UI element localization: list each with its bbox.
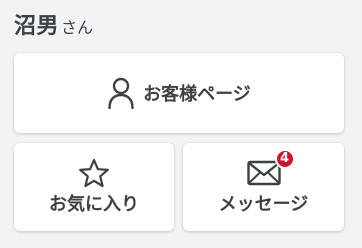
- user-name: 沼男: [14, 14, 60, 39]
- unread-messages-badge: 4: [274, 149, 295, 169]
- user-honorific: さん: [61, 18, 94, 37]
- favorites-button[interactable]: お気に入り: [14, 143, 174, 231]
- envelope-icon: 4: [246, 149, 295, 188]
- account-page-button[interactable]: お客様ページ: [14, 53, 344, 133]
- user-greeting: 沼男 さん: [14, 8, 93, 40]
- messages-label: メッセージ: [218, 194, 309, 215]
- favorites-label: お気に入り: [49, 194, 139, 215]
- person-icon: [107, 77, 135, 109]
- star-icon: [77, 158, 111, 188]
- account-page-label: お客様ページ: [143, 84, 251, 105]
- messages-button[interactable]: 4 メッセージ: [183, 143, 344, 231]
